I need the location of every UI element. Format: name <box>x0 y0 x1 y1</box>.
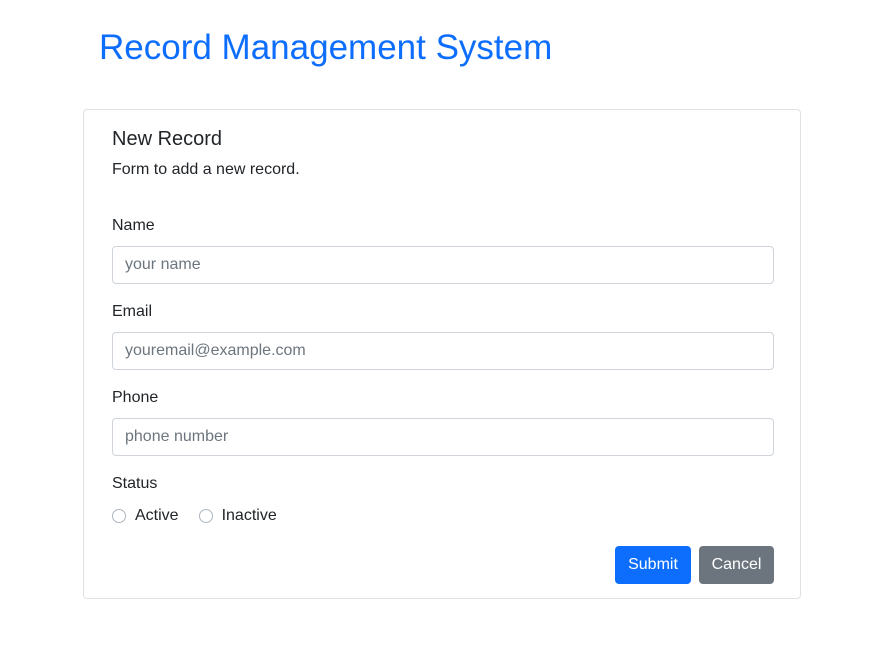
card-description: Form to add a new record. <box>112 161 300 178</box>
app-title: Record Management System <box>99 28 553 67</box>
phone-label: Phone <box>112 389 159 406</box>
status-option-inactive[interactable]: Inactive <box>198 506 277 526</box>
radio-active[interactable] <box>112 509 126 523</box>
email-label: Email <box>112 303 153 320</box>
name-label: Name <box>112 217 155 234</box>
email-input[interactable] <box>112 332 774 370</box>
phone-input[interactable] <box>112 418 774 456</box>
new-record-card: New Record Form to add a new record. Nam… <box>83 109 801 599</box>
radio-active-label: Active <box>135 507 179 524</box>
status-radio-group: Active Inactive <box>112 506 297 526</box>
status-option-active[interactable]: Active <box>112 506 179 526</box>
status-label: Status <box>112 475 158 492</box>
cancel-button[interactable]: Cancel <box>699 546 774 584</box>
card-title: New Record <box>112 128 223 150</box>
page: Record Management System New Record Form… <box>0 0 887 670</box>
radio-inactive[interactable] <box>198 509 213 523</box>
submit-button[interactable]: Submit <box>615 546 691 584</box>
name-input[interactable] <box>112 246 774 284</box>
radio-inactive-label: Inactive <box>221 507 277 524</box>
